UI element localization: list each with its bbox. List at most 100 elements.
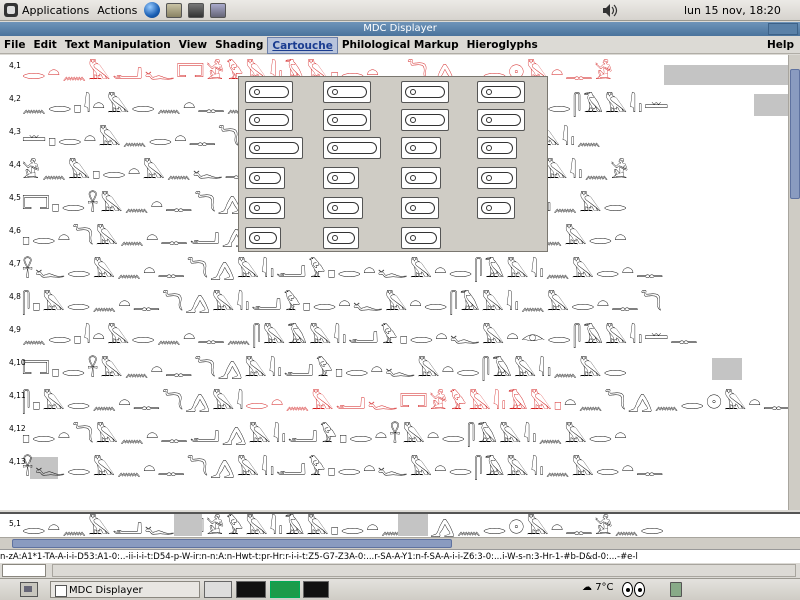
serekh-item[interactable]	[323, 137, 381, 159]
taskbar-button-mdc[interactable]: MDC Displayer	[50, 581, 200, 598]
applications-label: Applications	[22, 3, 90, 17]
gnome-foot-icon	[4, 3, 18, 17]
cartouche-item[interactable]	[477, 137, 517, 159]
line-number: 4,3	[9, 127, 21, 136]
text-line: 4,7 𓋹𓆑𓂋𓅓𓈖𓏏𓊃𓆓𓂻𓅓𓇋𓏤𓂝𓅱𓊪𓂋𓏏𓆑𓅓𓏏𓂋𓋴𓄿𓅓𓇋𓏤𓈖𓅓𓂋𓏏𓊃	[0, 253, 788, 286]
top-panel: Applications Actions lun 15 nov, 18:20	[0, 0, 800, 21]
shaded-area	[754, 94, 788, 116]
shaded-area	[174, 514, 202, 536]
line-number: 5,1	[9, 519, 21, 528]
menu-text-manipulation[interactable]: Text Manipulation	[61, 37, 175, 54]
cartouche-menu-dropdown	[238, 76, 548, 252]
network-monitor	[303, 581, 329, 598]
volume-icon[interactable]	[602, 3, 618, 18]
memory-monitor	[270, 581, 300, 598]
black-glyphs: 𓏏𓈖𓆓𓂻𓈖𓂋𓇳𓅓𓏏𓊃𓀀	[563, 390, 788, 414]
eyes-applet	[622, 582, 648, 598]
line-number: 4,7	[9, 259, 21, 268]
cartouche-item[interactable]	[401, 81, 449, 103]
cloud-icon: ☁	[582, 582, 592, 593]
cartouche-item[interactable]	[323, 81, 371, 103]
line-number: 4,8	[9, 292, 21, 301]
line-number: 4,9	[9, 325, 21, 334]
clock[interactable]: lun 15 nov, 18:20	[684, 0, 781, 21]
bottom-panel: MDC Displayer ☁ 7°C	[0, 578, 800, 600]
text-line: 4,9 𓈖𓂋𓊪𓇋𓏏𓅓𓂋𓈖𓏏𓊃𓈖𓋴𓅓𓄿𓅓𓇋𓏤𓂝𓅱𓊪𓂋𓏏𓆑𓅓𓏏𓁹𓂋𓋴𓄿𓅓𓇋𓏤𓏛𓊃	[0, 319, 788, 352]
text-line: 4,11 𓋴𓊪𓅓𓂋𓈖𓏏𓊃𓆓𓂻𓅓𓇋𓂋𓏏𓈖𓅓𓂝𓆑𓉐𓀀𓅱𓅓𓇋𓏤𓄿𓅓𓊪𓏏𓈖𓆓𓂻𓈖𓂋𓇳𓅓𓏏…	[0, 385, 788, 418]
cpu-monitor	[236, 581, 266, 598]
window-controls[interactable]	[768, 23, 798, 35]
editor-icon[interactable]	[210, 2, 227, 18]
applications-menu[interactable]: Applications	[0, 0, 93, 21]
line-number: 4,1	[9, 61, 21, 70]
menu-edit[interactable]: Edit	[30, 37, 61, 54]
cartouche-item[interactable]	[401, 109, 449, 131]
cartouche-item[interactable]	[323, 227, 359, 249]
cartouche-item[interactable]	[401, 227, 441, 249]
cartouche-item[interactable]	[401, 197, 439, 219]
line-number: 4,2	[9, 94, 21, 103]
menu-cartouche[interactable]: Cartouche	[267, 36, 338, 54]
vertical-scroll-thumb[interactable]	[790, 69, 800, 199]
shaded-area	[398, 514, 428, 536]
text-line: 4,8 𓋴𓊪𓅓𓂋𓈖𓏏𓊃𓆓𓂻𓅓𓇋𓏤𓂝𓅱𓊪𓂋𓏏𓆑𓅓𓏏𓂋𓋴𓄿𓅓𓇋𓏤𓈖𓅓𓂋𓏏𓊃𓆓	[0, 286, 788, 319]
menu-help[interactable]: Help	[763, 37, 800, 54]
line-number: 4,4	[9, 160, 21, 169]
cartouche-item[interactable]	[245, 109, 293, 131]
line-glyphs: 𓊪𓂋𓏏𓆓𓅓𓈖𓏏𓊃𓂝𓂻𓅓𓇋𓏤𓂝𓅱𓊪𓂋𓏏𓋹𓅓𓏏𓂋𓋴𓄿𓅓𓇋𓏤𓈖𓅓𓂋𓏏	[22, 423, 629, 447]
text-line: 4,10 𓉐𓊪𓂋𓋹𓅓𓈖𓏏𓊃𓆓𓂻𓅓𓇋𓏤𓂝𓅱𓊪𓂋𓏏𓆑𓅓𓏏𓂋𓋴𓄿𓅓𓇋𓏤𓈖𓅓𓂋	[0, 352, 788, 385]
menu-philological-markup[interactable]: Philological Markup	[338, 37, 463, 54]
shaded-area	[712, 358, 742, 380]
terminal-icon[interactable]	[188, 2, 205, 18]
cartouche-item[interactable]	[477, 81, 525, 103]
line-number: 4,5	[9, 193, 21, 202]
horizontal-scroll-thumb[interactable]	[12, 539, 452, 548]
horizontal-scrollbar[interactable]	[0, 537, 800, 549]
show-desktop-icon[interactable]	[20, 582, 38, 597]
menu-file[interactable]: File	[0, 37, 30, 54]
cartouche-item[interactable]	[245, 227, 281, 249]
status-message	[52, 564, 796, 577]
cartouche-item[interactable]	[245, 197, 285, 219]
status-input[interactable]	[2, 564, 46, 577]
status-bar	[0, 563, 800, 578]
text-line: 4,13 𓋹𓆑𓂋𓅓𓈖𓏏𓊃𓆓𓂻𓅓𓇋𓏤𓂝𓅱𓊪𓂋𓏏𓆑𓅓𓏏𓂋𓋴𓄿𓅓𓇋𓏤𓈖𓅓𓂋𓏏𓊃	[0, 451, 788, 484]
file-manager-icon[interactable]	[166, 2, 183, 18]
menubar: File Edit Text Manipulation View Shading…	[0, 36, 800, 54]
mdc-code-field[interactable]: n-zA:A1*1-TA-A-i-i-D53:A1-0:..-ii-i-i-t:…	[0, 549, 800, 563]
black-glyphs: 𓋴𓊪𓅓𓂋𓈖𓏏𓊃𓆓𓂻𓅓𓇋	[22, 390, 246, 414]
cartouche-item[interactable]	[245, 167, 285, 189]
cartouche-item[interactable]	[323, 197, 363, 219]
cartouche-item[interactable]	[323, 167, 359, 189]
line-glyphs: 𓉐𓊪𓂋𓋹𓅓𓈖𓏏𓊃𓆓𓂻𓅓𓇋𓏤𓂝𓅱𓊪𓂋𓏏𓆑𓅓𓏏𓂋𓋴𓄿𓅓𓇋𓏤𓈖𓅓𓂋	[22, 357, 629, 381]
line-glyphs: 𓋴𓊪𓅓𓂋𓈖𓏏𓊃𓆓𓂻𓅓𓇋𓏤𓂝𓅱𓊪𓂋𓏏𓆑𓅓𓏏𓂋𓋴𓄿𓅓𓇋𓏤𓈖𓅓𓂋𓏏𓊃𓆓	[22, 291, 664, 315]
line-glyphs: 𓋹𓆑𓂋𓅓𓈖𓏏𓊃𓆓𓂻𓅓𓇋𓏤𓂝𓅱𓊪𓂋𓏏𓆑𓅓𓏏𓂋𓋴𓄿𓅓𓇋𓏤𓈖𓅓𓂋𓏏𓊃	[22, 258, 666, 282]
cartouche-item[interactable]	[323, 109, 371, 131]
menu-hieroglyphs[interactable]: Hieroglyphs	[463, 37, 542, 54]
menu-shading[interactable]: Shading	[211, 37, 267, 54]
secondary-document-pane[interactable]: 5,1 𓂋𓏏𓈖𓅓𓂝𓆑𓉐𓀀𓅱𓅓𓇋𓏤𓄿𓅓𓊪𓂋𓏏𓈖𓆓𓂻𓈖𓂋𓇳𓅓𓏏𓊃𓀀𓈖𓂋	[0, 512, 800, 537]
red-glyphs: 𓂋𓏏𓈖𓅓𓂝𓆑𓉐𓀀𓅱𓅓𓇋𓏤𓄿𓅓𓊪	[245, 390, 564, 414]
line-glyphs: 𓂋𓏏𓈖𓅓𓂝𓆑𓉐𓀀𓅱𓅓𓇋𓏤𓄿𓅓𓊪𓂋𓏏𓈖𓆓𓂻𓈖𓂋𓇳𓅓𓏏𓊃𓀀𓈖𓂋	[22, 515, 666, 537]
cartouche-item[interactable]	[245, 81, 293, 103]
mdc-window: MDC Displayer File Edit Text Manipulatio…	[0, 22, 800, 578]
text-line: 4,12 𓊪𓂋𓏏𓆓𓅓𓈖𓏏𓊃𓂝𓂻𓅓𓇋𓏤𓂝𓅱𓊪𓂋𓏏𓋹𓅓𓏏𓂋𓋴𓄿𓅓𓇋𓏤𓈖𓅓𓂋𓏏	[0, 418, 788, 451]
menu-view[interactable]: View	[175, 37, 211, 54]
serekh-item[interactable]	[245, 137, 303, 159]
window-titlebar[interactable]: MDC Displayer	[0, 22, 800, 36]
shaded-area	[664, 65, 788, 85]
vertical-scrollbar[interactable]	[788, 55, 800, 510]
cartouche-item[interactable]	[401, 137, 441, 159]
web-browser-icon[interactable]	[144, 2, 161, 18]
weather-indicator[interactable]: ☁ 7°C	[582, 582, 614, 593]
taskbar-label: MDC Displayer	[69, 585, 143, 596]
line-number: 4,6	[9, 226, 21, 235]
workspace-switcher[interactable]	[204, 581, 232, 598]
cartouche-item[interactable]	[477, 167, 517, 189]
cartouche-item[interactable]	[401, 167, 441, 189]
actions-menu[interactable]: Actions	[93, 0, 141, 21]
cartouche-item[interactable]	[477, 109, 525, 131]
trash-icon[interactable]	[670, 582, 682, 597]
cartouche-item[interactable]	[477, 197, 515, 219]
line-glyphs: 𓈖𓂋𓊪𓇋𓏏𓅓𓂋𓈖𓏏𓊃𓈖𓋴𓅓𓄿𓅓𓇋𓏤𓂝𓅱𓊪𓂋𓏏𓆑𓅓𓏏𓁹𓂋𓋴𓄿𓅓𓇋𓏤𓏛𓊃	[22, 324, 700, 348]
